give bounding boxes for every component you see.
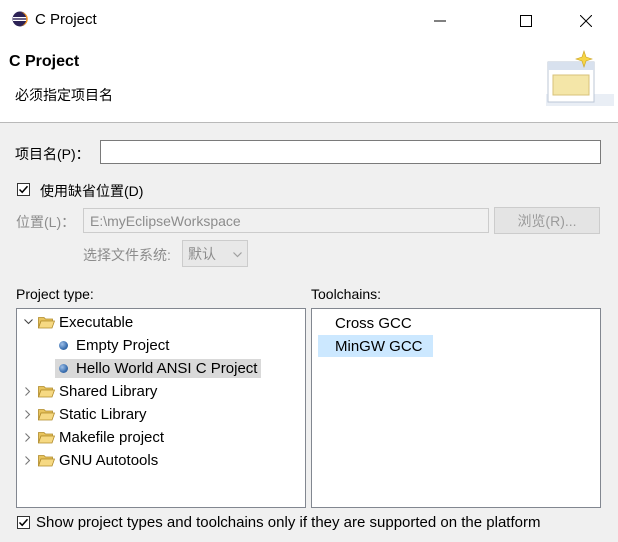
tree-item-label: Hello World ANSI C Project <box>76 359 258 377</box>
tree-item-executable[interactable]: Executable <box>23 311 133 333</box>
location-input[interactable]: E:\myEclipseWorkspace <box>83 208 489 233</box>
open-folder-icon <box>38 316 55 328</box>
chevron-right-icon[interactable] <box>23 432 33 442</box>
toolchain-item-cross-gcc[interactable]: Cross GCC <box>318 312 422 334</box>
show-supported-label: Show project types and toolchains only i… <box>36 514 541 531</box>
open-folder-icon <box>38 454 55 466</box>
filesystem-select[interactable]: 默认 <box>182 240 248 267</box>
minimize-icon <box>434 20 446 22</box>
chevron-right-icon[interactable] <box>23 386 33 396</box>
show-supported-checkbox[interactable] <box>17 516 30 529</box>
toolchain-item-mingw-gcc[interactable]: MinGW GCC <box>318 335 433 357</box>
filesystem-label: 选择文件系统: <box>83 247 171 263</box>
chevron-down-icon <box>233 252 242 258</box>
project-type-label: Project type: <box>16 286 94 302</box>
project-template-icon <box>59 340 68 350</box>
minimize-button[interactable] <box>417 6 463 36</box>
filesystem-value: 默认 <box>188 245 216 262</box>
wizard-message: 必须指定项目名 <box>15 87 113 103</box>
chevron-right-icon[interactable] <box>23 455 33 465</box>
maximize-button[interactable] <box>503 6 549 36</box>
checkmark-icon <box>18 518 29 527</box>
checkmark-icon <box>18 185 29 194</box>
maximize-icon <box>520 15 532 27</box>
window-title: C Project <box>35 11 97 28</box>
tree-item-label: Empty Project <box>76 336 170 354</box>
open-folder-icon <box>38 385 55 397</box>
use-default-location-label: 使用缺省位置(D) <box>40 183 144 199</box>
tree-item-shared-library[interactable]: Shared Library <box>23 380 157 402</box>
project-type-tree[interactable]: Executable Empty Project Hello World ANS… <box>16 308 306 508</box>
toolchains-list[interactable]: Cross GCC MinGW GCC <box>311 308 601 508</box>
tree-item-label: Static Library <box>59 405 147 423</box>
tree-item-static-library[interactable]: Static Library <box>23 403 147 425</box>
open-folder-icon <box>38 408 55 420</box>
wizard-banner: C Project 必须指定项目名 <box>0 40 618 123</box>
tree-item-empty-project[interactable]: Empty Project <box>59 334 169 356</box>
eclipse-icon <box>12 11 28 27</box>
tree-item-label: Makefile project <box>59 428 165 446</box>
toolchain-item-label: MinGW GCC <box>335 337 423 355</box>
tree-item-label: GNU Autotools <box>59 451 159 469</box>
tree-item-makefile-project[interactable]: Makefile project <box>23 426 164 448</box>
project-name-label: 项目名(P)： <box>15 146 90 162</box>
tree-item-label: Shared Library <box>59 382 158 400</box>
toolchains-label: Toolchains: <box>311 286 382 302</box>
project-template-icon <box>59 363 68 373</box>
wizard-title: C Project <box>9 53 80 70</box>
use-default-location-checkbox[interactable] <box>17 183 30 196</box>
title-bar: C Project <box>0 0 618 40</box>
location-label: 位置(L)： <box>16 214 76 230</box>
selection-highlight: Hello World ANSI C Project <box>55 358 262 378</box>
browse-button[interactable]: 浏览(R)... <box>494 207 600 234</box>
tree-item-label: Executable <box>59 313 134 331</box>
chevron-down-icon[interactable] <box>23 317 33 327</box>
close-button[interactable] <box>563 6 609 36</box>
close-icon <box>580 15 592 27</box>
tree-item-hello-world[interactable]: Hello World ANSI C Project <box>55 357 262 379</box>
toolchain-item-label: Cross GCC <box>335 314 412 332</box>
open-folder-icon <box>38 431 55 443</box>
new-project-wizard-icon <box>546 50 614 106</box>
chevron-right-icon[interactable] <box>23 409 33 419</box>
project-name-input[interactable] <box>100 140 601 164</box>
tree-item-gnu-autotools[interactable]: GNU Autotools <box>23 449 158 471</box>
